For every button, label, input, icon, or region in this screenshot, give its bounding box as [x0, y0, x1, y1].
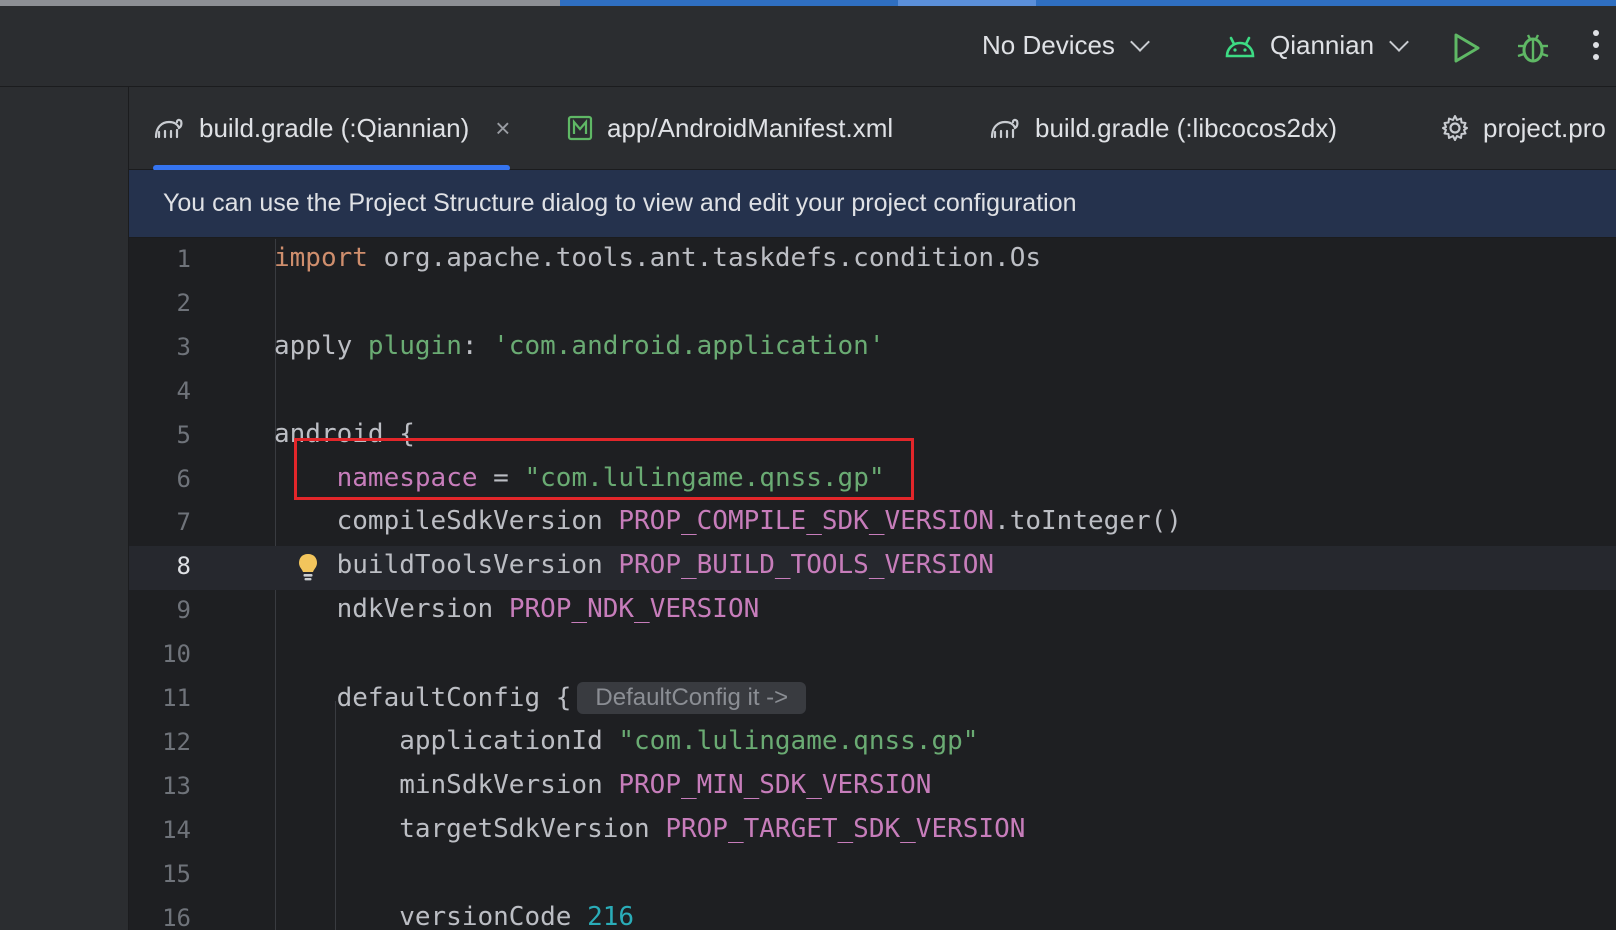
line-number: 6: [176, 464, 191, 493]
code-token: apply: [274, 330, 368, 361]
code-line[interactable]: 11 defaultConfig {DefaultConfig it ->: [129, 678, 1616, 722]
code-line[interactable]: 10: [129, 634, 1616, 678]
tab-label: app/AndroidManifest.xml: [607, 112, 894, 143]
editor-tabs: build.gradle (:Qiannian) × app/AndroidMa…: [129, 87, 1616, 171]
code-token: targetSdkVersion: [274, 813, 666, 844]
code-line[interactable]: 15: [129, 854, 1616, 898]
line-number: 4: [176, 376, 191, 405]
line-number: 12: [162, 727, 191, 756]
chevron-down-icon: [1130, 31, 1150, 52]
tab-label: build.gradle (:libcocos2dx): [1035, 112, 1338, 143]
code-line[interactable]: 12 applicationId "com.lulingame.qnss.gp": [129, 722, 1616, 766]
code-token: compileSdkVersion: [274, 506, 619, 537]
code-token: minSdkVersion: [274, 769, 619, 800]
code-line[interactable]: 14 targetSdkVersion PROP_TARGET_SDK_VERS…: [129, 810, 1616, 854]
code-token: defaultConfig {: [274, 683, 572, 713]
code-text: minSdkVersion PROP_MIN_SDK_VERSION: [274, 770, 931, 800]
code-line[interactable]: 2: [129, 283, 1616, 327]
code-text: targetSdkVersion PROP_TARGET_SDK_VERSION: [274, 814, 1025, 844]
code-token: PROP_COMPILE_SDK_VERSION: [618, 506, 995, 537]
chevron-down-icon: [1389, 31, 1409, 52]
code-token: plugin: [367, 330, 462, 361]
line-number: 1: [176, 245, 191, 273]
code-line[interactable]: 1 import org.apache.tools.ant.taskdefs.co…: [129, 239, 1616, 283]
tab-android-manifest[interactable]: app/AndroidManifest.xml: [567, 87, 893, 169]
more-vertical-icon[interactable]: [1592, 30, 1600, 66]
code-editor[interactable]: 1 import org.apache.tools.ant.taskdefs.co…: [129, 239, 1616, 930]
code-token: .toInteger(): [994, 506, 1182, 537]
project-structure-banner: You can use the Project Structure dialog…: [129, 170, 1616, 238]
code-line[interactable]: 7 compileSdkVersion PROP_COMPILE_SDK_VER…: [129, 502, 1616, 546]
code-token: buildToolsVersion: [274, 550, 619, 581]
code-token: PROP_TARGET_SDK_VERSION: [665, 813, 1026, 844]
code-text: buildToolsVersion PROP_BUILD_TOOLS_VERSI…: [274, 550, 994, 580]
debug-icon[interactable]: [1516, 30, 1550, 71]
code-token: :: [461, 330, 494, 361]
line-number: 7: [176, 508, 191, 537]
code-text: apply plugin: 'com.android.application': [274, 331, 885, 361]
code-token: 'com.android.application': [493, 330, 885, 361]
line-number: 14: [162, 815, 191, 844]
gradle-elephant-icon: [989, 115, 1021, 141]
code-token: versionCode: [274, 901, 588, 930]
main-toolbar: No Devices Qiannian: [0, 6, 1616, 87]
code-line[interactable]: 8 buildToolsVersion PROP_BUILD_TOOLS_VER…: [129, 546, 1616, 591]
code-token: org.apache.tools.ant.taskdefs.condition.…: [367, 243, 1042, 273]
code-text: ndkVersion PROP_NDK_VERSION: [274, 594, 760, 625]
tab-label: build.gradle (:Qiannian): [199, 112, 470, 143]
line-number: 5: [176, 420, 191, 449]
device-selector[interactable]: No Devices: [982, 30, 1150, 61]
tab-label: project.pro: [1483, 112, 1606, 143]
lightbulb-icon[interactable]: [297, 552, 319, 587]
line-number: 15: [162, 859, 191, 888]
code-line[interactable]: 4: [129, 371, 1616, 415]
code-token: applicationId: [274, 725, 619, 756]
line-number: 9: [176, 596, 191, 625]
code-token: PROP_NDK_VERSION: [508, 594, 760, 625]
gradle-elephant-icon: [153, 115, 185, 141]
device-selector-label: No Devices: [982, 30, 1115, 60]
inlay-hint[interactable]: DefaultConfig it ->: [577, 682, 807, 714]
code-token: PROP_MIN_SDK_VERSION: [618, 769, 932, 800]
tab-project-properties[interactable]: project.pro: [1441, 87, 1606, 169]
code-line[interactable]: 13 minSdkVersion PROP_MIN_SDK_VERSION: [129, 766, 1616, 810]
manifest-m-icon: [567, 115, 593, 141]
code-token: ndkVersion: [274, 594, 509, 625]
annotation-highlight-box: [294, 438, 914, 500]
code-line[interactable]: 9 ndkVersion PROP_NDK_VERSION: [129, 590, 1616, 634]
code-text: compileSdkVersion PROP_COMPILE_SDK_VERSI…: [274, 506, 1182, 536]
run-config-selector[interactable]: Qiannian: [1224, 30, 1409, 61]
tab-build-gradle-libcocos2dx[interactable]: build.gradle (:libcocos2dx): [989, 87, 1337, 169]
tab-build-gradle-qiannian[interactable]: build.gradle (:Qiannian) ×: [153, 87, 511, 171]
code-text: applicationId "com.lulingame.qnss.gp": [274, 726, 978, 756]
code-token: "com.lulingame.qnss.gp": [618, 725, 979, 756]
code-token: 216: [587, 901, 635, 930]
close-icon[interactable]: ×: [495, 113, 510, 144]
line-number: 2: [176, 288, 191, 317]
code-text: defaultConfig {DefaultConfig it ->: [274, 682, 807, 714]
line-number: 8: [176, 552, 191, 581]
code-token: import: [274, 243, 368, 273]
gear-icon: [1441, 114, 1469, 142]
run-config-label: Qiannian: [1270, 30, 1375, 60]
code-text: versionCode 216: [274, 902, 634, 930]
code-token: PROP_BUILD_TOOLS_VERSION: [618, 550, 995, 581]
line-number: 16: [162, 903, 191, 930]
android-icon: [1224, 34, 1256, 58]
run-icon[interactable]: [1452, 32, 1482, 69]
line-number: 13: [162, 771, 191, 800]
line-number: 3: [176, 332, 191, 361]
banner-text: You can use the Project Structure dialog…: [163, 189, 1077, 217]
code-line[interactable]: 3 apply plugin: 'com.android.application': [129, 327, 1616, 371]
code-text: import org.apache.tools.ant.taskdefs.con…: [274, 243, 1041, 273]
code-line[interactable]: 16 versionCode 216: [129, 898, 1616, 930]
line-number: 11: [162, 684, 191, 712]
left-tool-window-bar: [0, 87, 129, 930]
line-number: 10: [162, 640, 191, 669]
